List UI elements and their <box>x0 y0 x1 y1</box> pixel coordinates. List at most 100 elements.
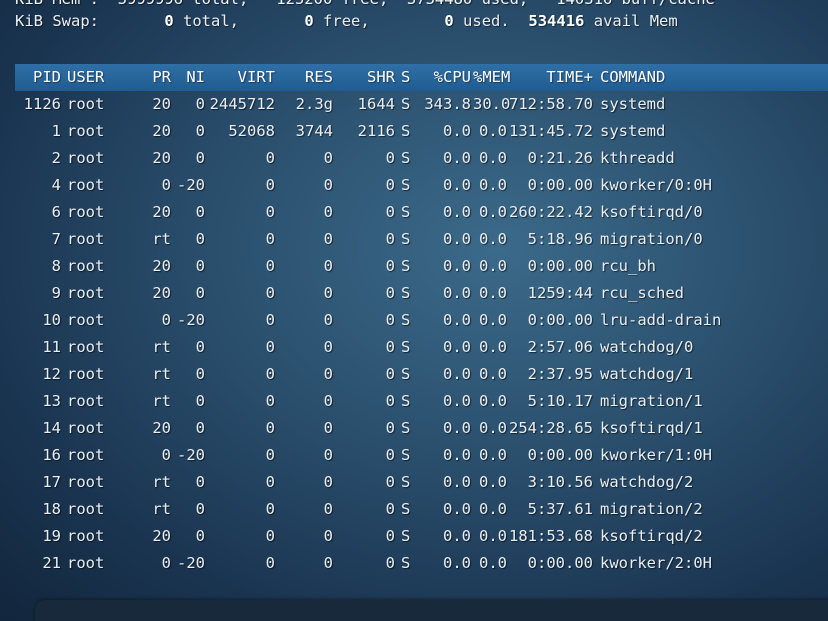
column-cpu[interactable]: %CPU <box>419 64 471 91</box>
table-row[interactable]: 8 root 20 0 0 0 0 S 0.0 0.0 0:00.00 rcu_bh <box>15 253 828 280</box>
process-nice: 0 <box>195 338 205 356</box>
table-row[interactable]: 11 root rt 0 0 0 0 S 0.0 0.0 2:57.06 watchdog/0 <box>15 334 828 361</box>
process-priority: 0 <box>161 176 171 194</box>
column-command[interactable]: COMMAND <box>600 64 820 91</box>
terminal-window[interactable]: KiB Mem : 3999996 total, 125200 free, 37… <box>0 0 828 621</box>
process-nice: 0 <box>195 149 205 167</box>
column-state[interactable]: S <box>401 64 415 91</box>
table-row[interactable]: 14 root 20 0 0 0 0 S 0.0 0.0 254:28.65 ksoftirqd/1 <box>15 415 828 442</box>
process-priority: 20 <box>152 149 171 167</box>
column-res[interactable]: RES <box>277 64 333 91</box>
process-virt: 0 <box>265 257 275 275</box>
process-command: ksoftirqd/0 <box>600 203 703 221</box>
column-time[interactable]: TIME+ <box>509 64 593 91</box>
process-shr: 0 <box>385 203 395 221</box>
table-row[interactable]: 2 root 20 0 0 0 0 S 0.0 0.0 0:21.26 kthreadd <box>15 145 828 172</box>
table-row[interactable]: 4 root 0 -20 0 0 0 S 0.0 0.0 0:00.00 kworker/0:0H <box>15 172 828 199</box>
process-res: 0 <box>323 500 333 518</box>
table-row[interactable]: 7 root rt 0 0 0 0 S 0.0 0.0 5:18.96 migration/0 <box>15 226 828 253</box>
process-state: S <box>401 554 411 572</box>
process-priority: rt <box>152 500 171 518</box>
process-virt: 0 <box>265 365 275 383</box>
process-command: systemd <box>600 122 666 140</box>
process-res: 0 <box>323 257 333 275</box>
process-virt: 0 <box>265 311 275 329</box>
process-cpu: 0.0 <box>443 527 471 545</box>
table-row[interactable]: 21 root 0 -20 0 0 0 S 0.0 0.0 0:00.00 kworker/2:0H <box>15 550 828 577</box>
process-state: S <box>401 311 411 329</box>
process-virt: 2445712 <box>209 95 275 113</box>
process-time: 3:10.56 <box>527 473 593 491</box>
process-user: root <box>67 338 105 356</box>
column-shr[interactable]: SHR <box>337 64 395 91</box>
process-nice: 0 <box>195 95 205 113</box>
process-nice: 0 <box>195 500 205 518</box>
process-virt: 0 <box>265 149 275 167</box>
process-user: root <box>67 473 105 491</box>
process-command: kthreadd <box>600 149 675 167</box>
process-virt: 0 <box>265 527 275 545</box>
table-row[interactable]: 16 root 0 -20 0 0 0 S 0.0 0.0 0:00.00 kworker/1:0H <box>15 442 828 469</box>
process-res: 0 <box>323 311 333 329</box>
process-mem: 0.0 <box>479 446 507 464</box>
table-row[interactable]: 9 root 20 0 0 0 0 S 0.0 0.0 1259:44 rcu_sched <box>15 280 828 307</box>
process-priority: rt <box>152 230 171 248</box>
process-shr: 0 <box>385 149 395 167</box>
table-row[interactable]: 17 root rt 0 0 0 0 S 0.0 0.0 3:10.56 watchdog/2 <box>15 469 828 496</box>
process-res: 0 <box>323 365 333 383</box>
process-time: 0:00.00 <box>527 176 593 194</box>
process-virt: 0 <box>265 392 275 410</box>
process-user: root <box>67 554 105 572</box>
process-command: kworker/2:0H <box>600 554 712 572</box>
process-nice: 0 <box>195 473 205 491</box>
table-row[interactable]: 19 root 20 0 0 0 0 S 0.0 0.0 181:53.68 ksoftirqd/2 <box>15 523 828 550</box>
process-state: S <box>401 473 411 491</box>
process-shr: 0 <box>385 311 395 329</box>
process-priority: 20 <box>152 527 171 545</box>
table-row[interactable]: 12 root rt 0 0 0 0 S 0.0 0.0 2:37.95 watchdog/1 <box>15 361 828 388</box>
process-command: rcu_bh <box>600 257 656 275</box>
column-ni[interactable]: NI <box>175 64 205 91</box>
swap-label: KiB Swap: <box>15 12 99 30</box>
process-virt: 52068 <box>228 122 275 140</box>
process-shr: 0 <box>385 554 395 572</box>
column-user[interactable]: USER <box>67 64 127 91</box>
process-state: S <box>401 446 411 464</box>
process-shr: 0 <box>385 392 395 410</box>
table-row[interactable]: 1 root 20 0 52068 3744 2116 S 0.0 0.0 131:45.72 sys… <box>15 118 828 145</box>
swap-avail-label: avail Mem <box>593 12 678 30</box>
process-cpu: 0.0 <box>443 230 471 248</box>
bottom-panel <box>35 600 828 621</box>
table-row[interactable]: 10 root 0 -20 0 0 0 S 0.0 0.0 0:00.00 lru-add-drain <box>15 307 828 334</box>
table-row[interactable]: 18 root rt 0 0 0 0 S 0.0 0.0 5:37.61 migration/2 <box>15 496 828 523</box>
process-time: 0:00.00 <box>527 311 593 329</box>
table-row[interactable]: 13 root rt 0 0 0 0 S 0.0 0.0 5:10.17 migration/1 <box>15 388 828 415</box>
table-row[interactable]: 6 root 20 0 0 0 0 S 0.0 0.0 260:22.42 ksoftirqd/0 <box>15 199 828 226</box>
process-user: root <box>67 95 105 113</box>
process-user: root <box>67 527 105 545</box>
process-cpu: 0.0 <box>443 500 471 518</box>
column-pid[interactable]: PID <box>15 64 61 91</box>
process-user: root <box>67 257 105 275</box>
process-time: 0:00.00 <box>527 446 593 464</box>
table-row[interactable]: 1126 root 20 0 2445712 2.3g 1644 S 343.8 30.0 712:… <box>15 91 828 118</box>
process-state: S <box>401 257 411 275</box>
process-pid: 2 <box>51 149 61 167</box>
process-time: 181:53.68 <box>509 527 593 545</box>
process-nice: 0 <box>195 392 205 410</box>
process-cpu: 0.0 <box>443 122 471 140</box>
column-mem[interactable]: %MEM <box>473 64 510 91</box>
process-time: 131:45.72 <box>509 122 593 140</box>
process-priority: 0 <box>161 311 171 329</box>
column-virt[interactable]: VIRT <box>205 64 275 91</box>
process-user: root <box>67 392 105 410</box>
process-pid: 6 <box>51 203 61 221</box>
process-virt: 0 <box>265 554 275 572</box>
swap-free-label: free, <box>323 12 370 30</box>
process-virt: 0 <box>265 500 275 518</box>
column-pr[interactable]: PR <box>135 64 171 91</box>
process-virt: 0 <box>265 419 275 437</box>
process-pid: 19 <box>42 527 61 545</box>
process-mem: 0.0 <box>479 149 507 167</box>
process-res: 0 <box>323 230 333 248</box>
